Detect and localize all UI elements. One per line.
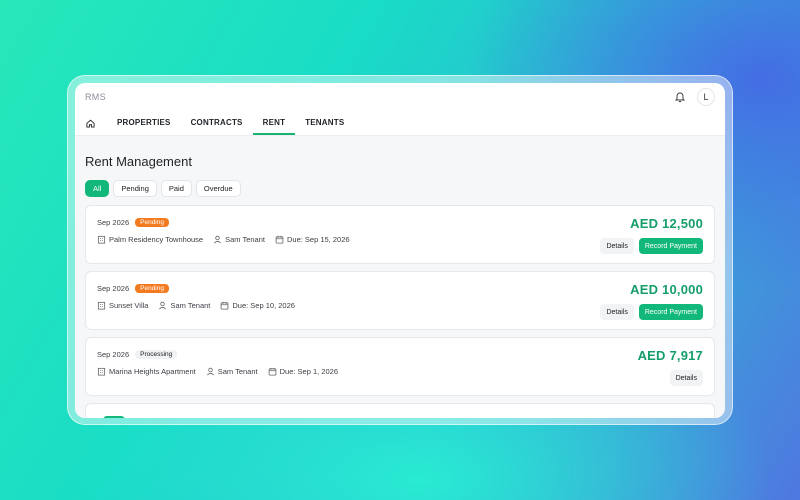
payment-card <box>85 403 715 418</box>
record-payment-button[interactable]: Record Payment <box>638 304 703 320</box>
filter-all[interactable]: All <box>85 180 110 197</box>
rent-amount: AED 7,917 <box>637 348 703 363</box>
tenant-name: Sam Tenant <box>170 301 211 310</box>
due-date: Due: Sep 15, 2026 <box>286 235 350 244</box>
tab-contracts[interactable]: CONTRACTS <box>181 111 253 135</box>
status-badge <box>103 416 125 418</box>
tenant-name: Sam Tenant <box>225 235 265 244</box>
calendar-icon <box>220 301 229 310</box>
details-button[interactable]: Details <box>600 304 634 320</box>
details-button[interactable]: Details <box>669 370 703 386</box>
calendar-icon <box>268 367 277 376</box>
app-window: RMS L PROPERTIES CONTRACTS RENT TENANTS … <box>75 83 725 418</box>
avatar[interactable]: L <box>697 88 715 106</box>
top-bar: RMS L <box>75 83 725 111</box>
status-filters: All Pending Paid Overdue <box>85 180 715 197</box>
details-button[interactable]: Details <box>600 238 634 254</box>
tab-properties[interactable]: PROPERTIES <box>107 111 181 135</box>
building-icon <box>97 301 106 310</box>
tab-tenants[interactable]: TENANTS <box>295 111 354 135</box>
filter-overdue[interactable]: Overdue <box>195 180 241 197</box>
record-payment-button[interactable]: Record Payment <box>638 238 703 254</box>
payment-card: Sep 2026 Processing Marina Heights Apart… <box>85 337 715 396</box>
status-badge: Pending <box>135 217 169 227</box>
filter-pending[interactable]: Pending <box>113 180 157 197</box>
payment-period: Sep 2026 <box>97 283 130 293</box>
status-badge: Pending <box>135 283 169 293</box>
user-icon <box>158 301 167 310</box>
status-badge: Processing <box>135 349 178 359</box>
rent-amount: AED 10,000 <box>630 282 703 297</box>
tab-rent[interactable]: RENT <box>252 111 296 135</box>
property-name: Palm Residency Townhouse <box>109 235 204 244</box>
property-name: Marina Heights Apartment <box>109 367 196 376</box>
user-icon <box>206 367 215 376</box>
payment-period: Sep 2026 <box>97 217 130 227</box>
tenant-name: Sam Tenant <box>217 367 258 376</box>
top-actions: L <box>673 88 715 106</box>
rent-amount: AED 12,500 <box>630 216 703 231</box>
user-icon <box>213 235 222 244</box>
property-name: Sunset Villa <box>109 301 149 310</box>
home-icon[interactable] <box>83 111 97 135</box>
due-date: Due: Sep 1, 2026 <box>279 367 338 376</box>
payment-card: Sep 2026 Pending Palm Residency Townhous… <box>85 205 715 264</box>
main-content: Rent Management All Pending Paid Overdue… <box>75 136 725 418</box>
calendar-icon <box>275 235 284 244</box>
due-date: Due: Sep 10, 2026 <box>232 301 295 310</box>
payment-period: Sep 2026 <box>97 349 130 359</box>
payment-card: Sep 2026 Pending Sunset Villa Sam Tenant… <box>85 271 715 330</box>
bell-icon[interactable] <box>673 90 687 104</box>
page-title: Rent Management <box>85 154 192 169</box>
building-icon <box>97 367 106 376</box>
building-icon <box>97 235 106 244</box>
main-nav: PROPERTIES CONTRACTS RENT TENANTS <box>75 111 725 136</box>
app-title: RMS <box>85 92 106 102</box>
filter-paid[interactable]: Paid <box>160 180 192 197</box>
